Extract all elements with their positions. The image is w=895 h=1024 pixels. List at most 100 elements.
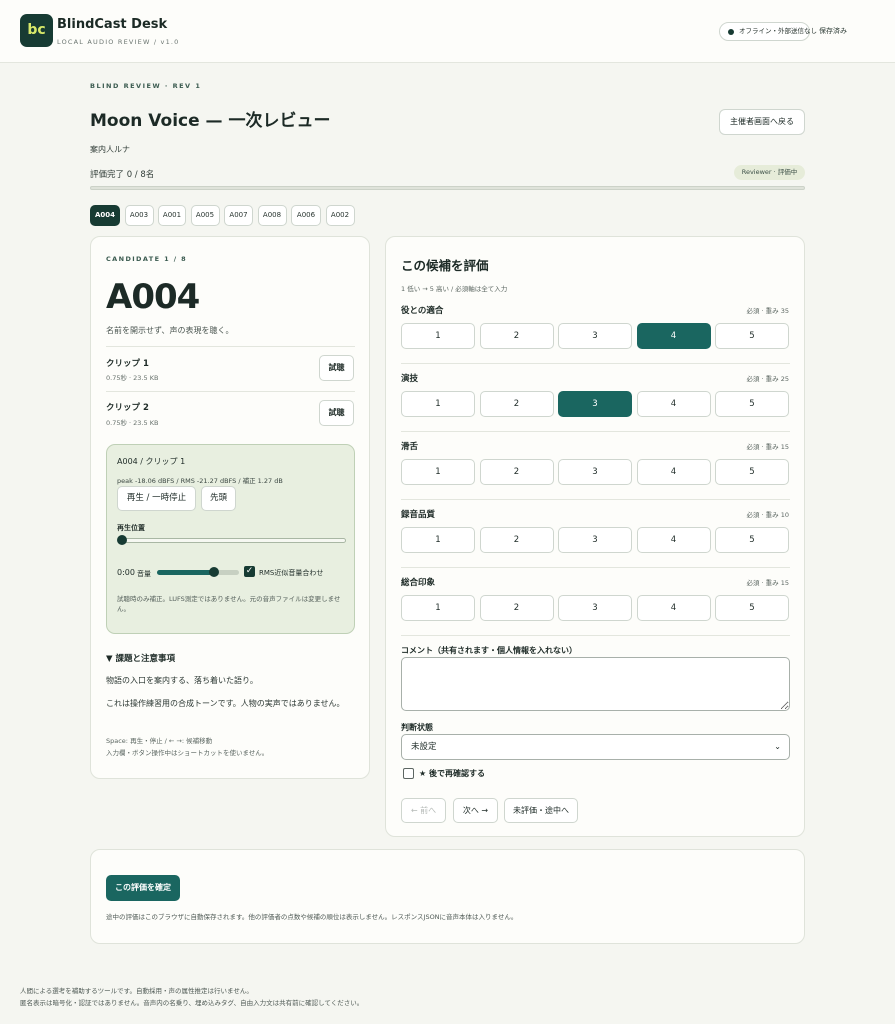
footer-note: 人間による選考を補助するツールです。自動採用・声の属性推定は行いません。 — [20, 987, 253, 995]
score-button[interactable]: 5 — [715, 595, 789, 621]
score-button[interactable]: 4 — [636, 391, 711, 417]
player-note: 試聴時のみ補正。LUFS測定ではありません。元の音声ファイルは変更しません。 — [117, 595, 341, 613]
listen-button[interactable]: 試聴 — [319, 355, 354, 381]
progress-bar — [90, 186, 805, 190]
play-pause-button[interactable]: 再生 / 一時停止 — [117, 486, 196, 511]
rating-card: この候補を評価 1 低い → 5 高い / 必須軸は全て入力 コメント（共有され… — [385, 236, 805, 837]
offline-label: オフライン・外部送信なし — [739, 27, 817, 35]
score-button[interactable]: 5 — [715, 323, 789, 349]
clip-meta: 0.75秒 · 23.5 KB — [106, 374, 159, 382]
listen-button[interactable]: 試聴 — [319, 400, 354, 426]
candidate-tab-a007[interactable]: A007 — [224, 205, 253, 226]
criterion-name: 演技 — [401, 374, 419, 384]
volume-slider-thumb[interactable] — [209, 567, 220, 577]
app-subtitle: LOCAL AUDIO REVIEW / v1.0 — [57, 38, 180, 46]
volume-label: 音量 — [137, 570, 151, 578]
status-select[interactable]: 未設定 ⌄ — [401, 734, 790, 760]
prev-button[interactable]: ← 前へ — [401, 798, 446, 823]
recheck-checkbox[interactable] — [403, 768, 414, 779]
page-title: Moon Voice — 一次レビュー — [90, 111, 331, 131]
divider — [106, 346, 355, 347]
divider — [401, 567, 790, 568]
confirm-card: この評価を確定 途中の評価はこのブラウザに自動保存されます。他の評価者の点数や候… — [90, 849, 805, 944]
progress-text: 評価完了 0 / 8名 — [90, 170, 155, 180]
offline-status-pill: オフライン・外部送信なし — [719, 22, 817, 41]
player-stats: peak -18.06 dBFS / RMS -21.27 dBFS / 補正 … — [117, 477, 283, 485]
clip-name: クリップ 2 — [106, 403, 149, 413]
score-button[interactable]: 2 — [479, 323, 554, 349]
rms-checkbox[interactable]: ✓ — [244, 566, 255, 577]
score-button[interactable]: 2 — [479, 527, 554, 553]
rating-title: この候補を評価 — [401, 258, 489, 273]
score-button[interactable]: 4 — [636, 459, 711, 485]
score-button[interactable]: 2 — [479, 595, 554, 621]
position-slider[interactable] — [117, 535, 346, 545]
rms-label: RMS近似音量合わせ — [259, 569, 324, 577]
app-logo: bc — [20, 14, 53, 47]
divider — [401, 431, 790, 432]
criterion-name: 役との適合 — [401, 306, 444, 316]
clip-meta: 0.75秒 · 23.5 KB — [106, 419, 159, 427]
confirm-rating-button[interactable]: この評価を確定 — [106, 875, 180, 901]
candidate-tab-a008[interactable]: A008 — [257, 205, 287, 226]
score-button[interactable]: 1 — [401, 459, 475, 485]
criterion-weight: 必須 · 重み 25 — [746, 375, 789, 383]
back-to-organizer-button[interactable]: 主催者画面へ戻る — [719, 109, 805, 135]
chevron-down-icon: ⌄ — [774, 742, 781, 751]
volume-slider[interactable] — [157, 567, 239, 577]
clip-name: クリップ 1 — [106, 359, 149, 369]
player-title: A004 / クリップ 1 — [117, 457, 186, 466]
score-button[interactable]: 1 — [401, 527, 475, 553]
comment-input[interactable] — [401, 657, 790, 711]
criterion-weight: 必須 · 重み 15 — [746, 443, 789, 451]
score-button[interactable]: 2 — [479, 391, 554, 417]
criterion-weight: 必須 · 重み 10 — [746, 511, 789, 519]
score-button[interactable]: 4 — [636, 527, 711, 553]
candidate-tab-a006[interactable]: A006 — [291, 205, 321, 226]
divider — [401, 363, 790, 364]
status-label: 判断状態 — [401, 723, 433, 732]
candidate-note: 名前を開示せず、声の表現を聴く。 — [106, 326, 234, 335]
criterion-weight: 必須 · 重み 35 — [746, 307, 789, 315]
rewind-button[interactable]: 先頭 — [201, 486, 236, 511]
score-button[interactable]: 3 — [558, 391, 632, 417]
score-button[interactable]: 3 — [558, 595, 632, 621]
confirm-note: 途中の評価はこのブラウザに自動保存されます。他の評価者の点数や候補の順位は表示し… — [106, 913, 518, 921]
score-button[interactable]: 3 — [558, 323, 632, 349]
candidate-card: CANDIDATE 1 / 8 A004 名前を開示せず、声の表現を聴く。 クリ… — [90, 236, 370, 779]
candidate-tab-a003[interactable]: A003 — [124, 205, 154, 226]
jump-unrated-button[interactable]: 未評価・途中へ — [504, 798, 578, 823]
score-button[interactable]: 1 — [401, 391, 475, 417]
comment-label: コメント（共有されます・個人情報を入れない） — [401, 646, 577, 655]
details-line: 物語の入口を案内する、落ち着いた語り。 — [106, 676, 258, 685]
candidate-tab-a004[interactable]: A004 — [90, 205, 120, 226]
candidate-tab-a005[interactable]: A005 — [190, 205, 220, 226]
role-badge: Reviewer · 評価中 — [734, 165, 805, 180]
review-eyebrow: BLIND REVIEW · REV 1 — [90, 82, 202, 90]
criterion-name: 滑舌 — [401, 442, 419, 452]
top-bar: bc BlindCast Desk LOCAL AUDIO REVIEW / v… — [0, 0, 895, 63]
score-button[interactable]: 2 — [479, 459, 554, 485]
score-button[interactable]: 3 — [558, 459, 632, 485]
save-status: 保存済み — [819, 27, 847, 35]
score-button[interactable]: 3 — [558, 527, 632, 553]
rating-hint: 1 低い → 5 高い / 必須軸は全て入力 — [401, 285, 508, 293]
candidate-tab-a001[interactable]: A001 — [158, 205, 186, 226]
next-button[interactable]: 次へ → — [453, 798, 498, 823]
score-button[interactable]: 5 — [715, 459, 789, 485]
criterion-weight: 必須 · 重み 15 — [746, 579, 789, 587]
score-button[interactable]: 1 — [401, 323, 475, 349]
candidate-eyebrow: CANDIDATE 1 / 8 — [106, 255, 188, 263]
score-button[interactable]: 4 — [636, 595, 711, 621]
role-guide: 案内人ルナ — [90, 145, 130, 154]
candidate-tab-a002[interactable]: A002 — [325, 205, 355, 226]
details-toggle[interactable]: ▼ 課題と注意事項 — [106, 652, 175, 664]
time-readout: 0:00 — [117, 568, 135, 577]
recheck-label: ★ 後で再確認する — [419, 769, 485, 778]
score-button[interactable]: 1 — [401, 595, 475, 621]
score-button[interactable]: 5 — [715, 527, 789, 553]
score-button[interactable]: 4 — [636, 323, 711, 349]
position-slider-thumb[interactable] — [117, 535, 127, 545]
status-value: 未設定 — [411, 742, 437, 752]
score-button[interactable]: 5 — [715, 391, 789, 417]
